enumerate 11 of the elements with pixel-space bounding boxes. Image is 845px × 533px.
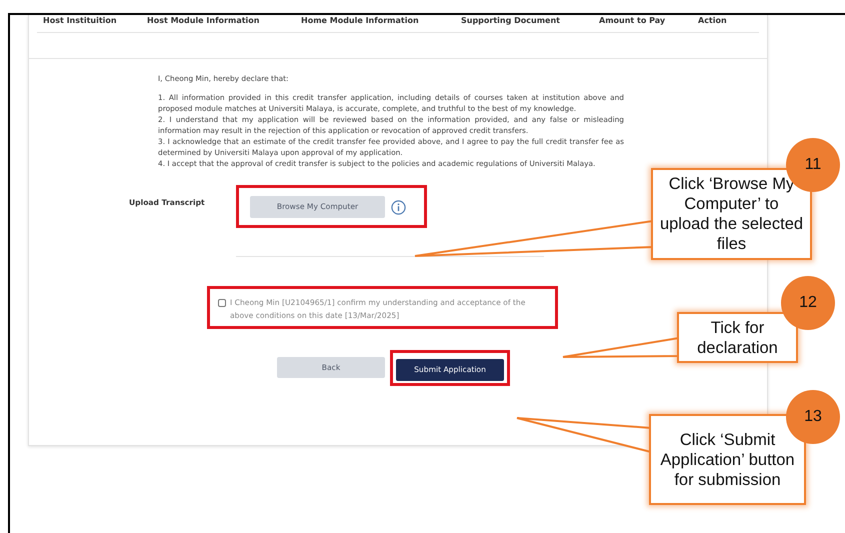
callout-note: Click ‘Submit Application’ button for submission — [649, 414, 806, 505]
column-header: Home Module Information — [301, 15, 420, 27]
info-icon[interactable] — [391, 200, 406, 214]
step-number: 13 — [786, 390, 840, 444]
checkbox[interactable] — [218, 299, 226, 307]
column-header: Host Instituition — [43, 15, 118, 27]
column-header: Amount to Pay — [599, 15, 666, 27]
column-header: Host Module Information — [147, 15, 260, 27]
column-header: Action — [698, 15, 728, 27]
column-header: Supporting Document — [461, 15, 561, 27]
step-number: 12 — [781, 276, 835, 330]
